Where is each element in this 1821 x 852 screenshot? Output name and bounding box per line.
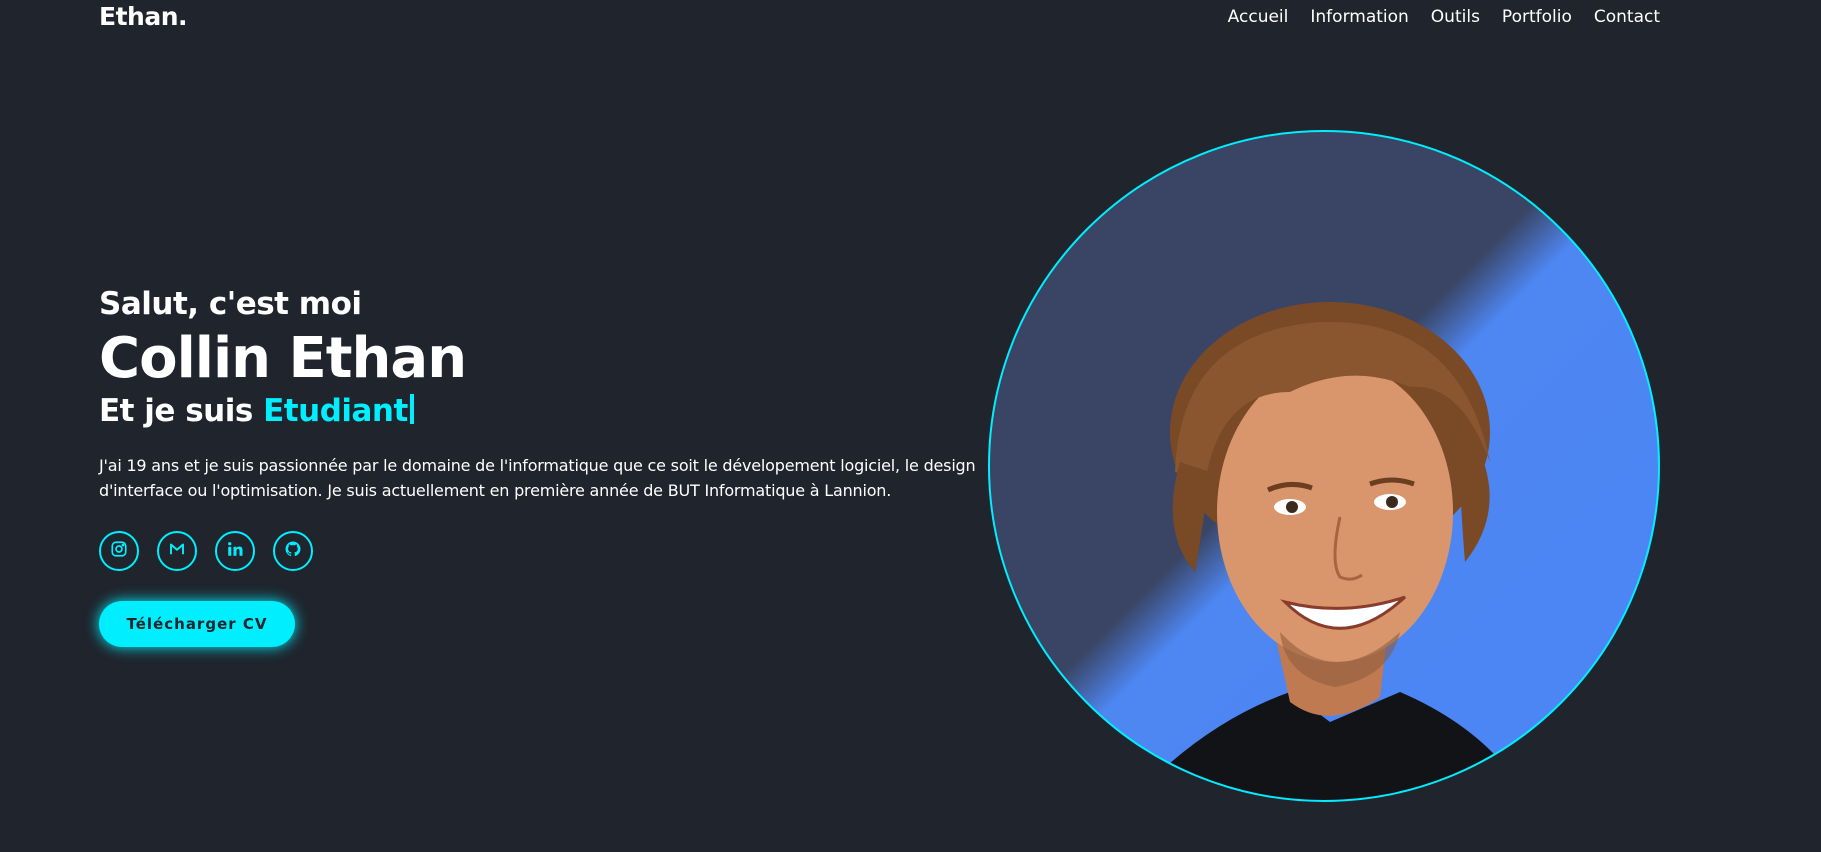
github-link[interactable] — [273, 531, 313, 571]
hero-role: Et je suis Etudiant — [99, 393, 999, 429]
gmail-icon — [168, 540, 186, 562]
instagram-link[interactable] — [99, 531, 139, 571]
site-header: Ethan. Accueil Information Outils Portfo… — [0, 0, 1821, 40]
portrait-illustration — [1160, 302, 1510, 800]
linkedin-link[interactable] — [215, 531, 255, 571]
profile-photo — [988, 130, 1660, 802]
nav-link-contact[interactable]: Contact — [1594, 7, 1660, 27]
hero-bio: J'ai 19 ans et je suis passionnée par le… — [99, 456, 976, 500]
hero-name: Collin Ethan — [99, 326, 467, 391]
instagram-icon — [110, 540, 128, 562]
typing-caret — [409, 394, 414, 424]
hero-section: Salut, c'est moi Collin Ethan Et je suis… — [99, 286, 999, 647]
role-value: Etudiant — [263, 393, 408, 429]
social-links — [99, 531, 999, 571]
role-prefix: Et je suis — [99, 393, 264, 429]
gmail-link[interactable] — [157, 531, 197, 571]
hero-greeting: Salut, c'est moi — [99, 286, 362, 322]
main-nav: Accueil Information Outils Portfolio Con… — [1228, 7, 1660, 27]
linkedin-icon — [226, 540, 244, 562]
nav-link-accueil[interactable]: Accueil — [1228, 7, 1289, 27]
nav-link-information[interactable]: Information — [1310, 7, 1408, 27]
download-cv-button[interactable]: Télécharger CV — [99, 601, 295, 647]
github-icon — [284, 540, 302, 562]
nav-link-portfolio[interactable]: Portfolio — [1502, 7, 1572, 27]
site-logo[interactable]: Ethan. — [99, 2, 188, 31]
nav-link-outils[interactable]: Outils — [1431, 7, 1480, 27]
